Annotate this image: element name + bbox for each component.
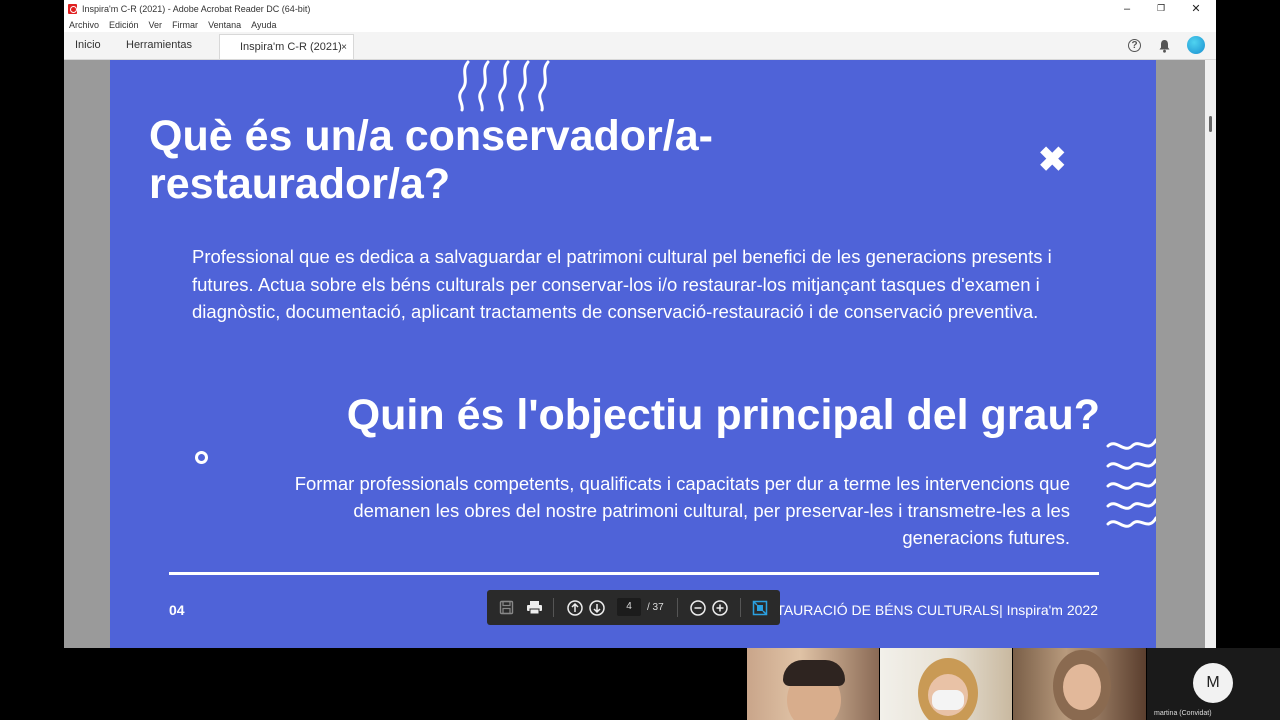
menu-firmar[interactable]: Firmar <box>172 20 198 30</box>
previous-page-icon[interactable] <box>564 590 586 625</box>
window-title: Inspira'm C-R (2021) - Adobe Acrobat Rea… <box>82 3 311 14</box>
next-page-icon[interactable] <box>586 590 608 625</box>
tab-bar: Inicio Herramientas Inspira'm C-R (2021)… <box>64 32 1216 60</box>
circle-decoration <box>195 451 208 464</box>
toolbar-separator <box>740 598 741 617</box>
participant-video-1 <box>747 648 879 720</box>
participant-video-3 <box>1013 648 1146 720</box>
account-avatar-icon[interactable] <box>1187 36 1205 54</box>
tab-tools[interactable]: Herramientas <box>126 32 192 59</box>
wavy-lines-decoration <box>458 60 550 112</box>
scrollbar-thumb[interactable] <box>1209 116 1212 132</box>
tab-document[interactable]: Inspira'm C-R (2021) × <box>219 34 354 59</box>
tab-document-label: Inspira'm C-R (2021) <box>240 41 342 53</box>
heading-objective: Quin és l'objectiu principal del grau? <box>346 391 1100 439</box>
tab-home[interactable]: Inicio <box>75 32 101 59</box>
vertical-scrollbar[interactable] <box>1205 60 1216 648</box>
participant-avatar: M <box>1193 663 1233 703</box>
acrobat-logo-icon <box>68 3 77 14</box>
save-icon[interactable] <box>495 590 517 625</box>
print-icon[interactable] <box>523 590 545 625</box>
floating-page-toolbar: 4 / 37 <box>487 590 780 625</box>
page-total: / 37 <box>647 602 664 613</box>
paragraph-objective: Formar professionals competents, qualifi… <box>294 473 1070 548</box>
heading-what-is: Què és un/a conservador/a-restaurador/a? <box>149 112 713 208</box>
menu-bar: Archivo Edición Ver Firmar Ventana Ayuda <box>64 17 1216 32</box>
close-x-decoration-icon: ✖ <box>1038 141 1067 179</box>
menu-ayuda[interactable]: Ayuda <box>251 20 276 30</box>
fit-page-icon[interactable] <box>749 590 771 625</box>
bell-icon[interactable] <box>1156 37 1173 54</box>
page-number-input[interactable]: 4 <box>617 598 641 616</box>
toolbar-separator <box>553 598 554 617</box>
menu-edicion[interactable]: Edición <box>109 20 139 30</box>
slide-page: Què és un/a conservador/a-restaurador/a?… <box>110 60 1156 648</box>
zoom-out-icon[interactable] <box>687 590 709 625</box>
participant-tile-guest: M martina (Convidat) <box>1147 648 1280 720</box>
title-bar: Inspira'm C-R (2021) - Adobe Acrobat Rea… <box>64 0 1216 17</box>
close-button[interactable]: ✕ <box>1179 0 1213 17</box>
zoom-in-icon[interactable] <box>709 590 731 625</box>
tab-close-button[interactable]: × <box>341 35 347 60</box>
restore-button[interactable]: ❐ <box>1144 0 1178 17</box>
participant-name: martina (Convidat) <box>1154 710 1212 717</box>
menu-ver[interactable]: Ver <box>149 20 163 30</box>
wave-lines-decoration <box>1106 438 1156 528</box>
footer-divider <box>169 572 1099 575</box>
help-icon[interactable]: ? <box>1126 37 1143 54</box>
toolbar-separator <box>677 598 678 617</box>
menu-archivo[interactable]: Archivo <box>69 20 99 30</box>
minimize-button[interactable]: – <box>1110 0 1144 17</box>
paragraph-definition: Professional que es dedica a salvaguarda… <box>192 246 1052 322</box>
menu-ventana[interactable]: Ventana <box>208 20 241 30</box>
participant-video-2 <box>880 648 1012 720</box>
